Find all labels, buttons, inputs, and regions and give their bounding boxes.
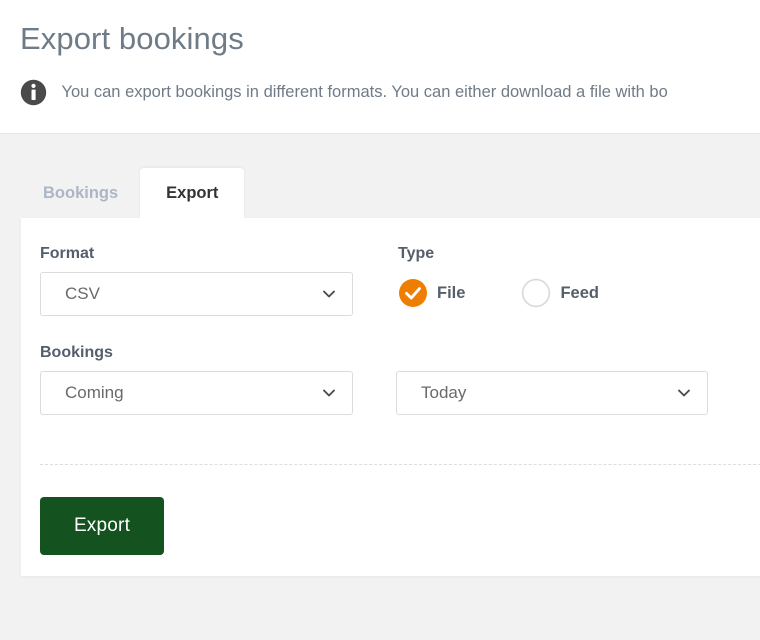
export-bookings-page: Export bookings You can export bookings … [0,0,760,640]
tab-bookings[interactable]: Bookings [21,168,140,218]
page-header: Export bookings You can export bookings … [0,0,760,133]
tab-export-label: Export [166,184,218,203]
chevron-down-icon [322,287,336,301]
tab-bar: Bookings Export [21,168,244,218]
chevron-down-icon [322,386,336,400]
export-form-card: Format CSV Type File [21,218,760,576]
format-select[interactable]: CSV [40,272,353,316]
type-option-feed-label: Feed [560,278,599,308]
radio-selected-icon [398,278,428,308]
format-select-value: CSV [65,273,322,315]
info-banner-text: You can export bookings in different for… [61,79,667,106]
form-divider [40,464,760,465]
bookings-select[interactable]: Coming [40,371,353,415]
export-button[interactable]: Export [40,497,164,555]
bookings-label: Bookings [40,343,113,363]
info-circle-icon [20,79,47,106]
type-option-file[interactable]: File [398,278,465,308]
chevron-down-icon [677,386,691,400]
bookings-select-value: Coming [65,372,322,414]
info-banner: You can export bookings in different for… [20,79,760,119]
page-title: Export bookings [20,18,244,60]
type-label: Type [398,244,434,264]
type-option-file-label: File [437,278,465,308]
format-label: Format [40,244,94,264]
radio-unselected-icon [521,278,551,308]
tab-bookings-label: Bookings [43,184,118,203]
period-select-value: Today [421,372,677,414]
type-option-feed[interactable]: Feed [521,278,599,308]
tab-export[interactable]: Export [140,168,244,218]
period-select[interactable]: Today [396,371,708,415]
type-radio-group: File Feed [398,277,599,309]
